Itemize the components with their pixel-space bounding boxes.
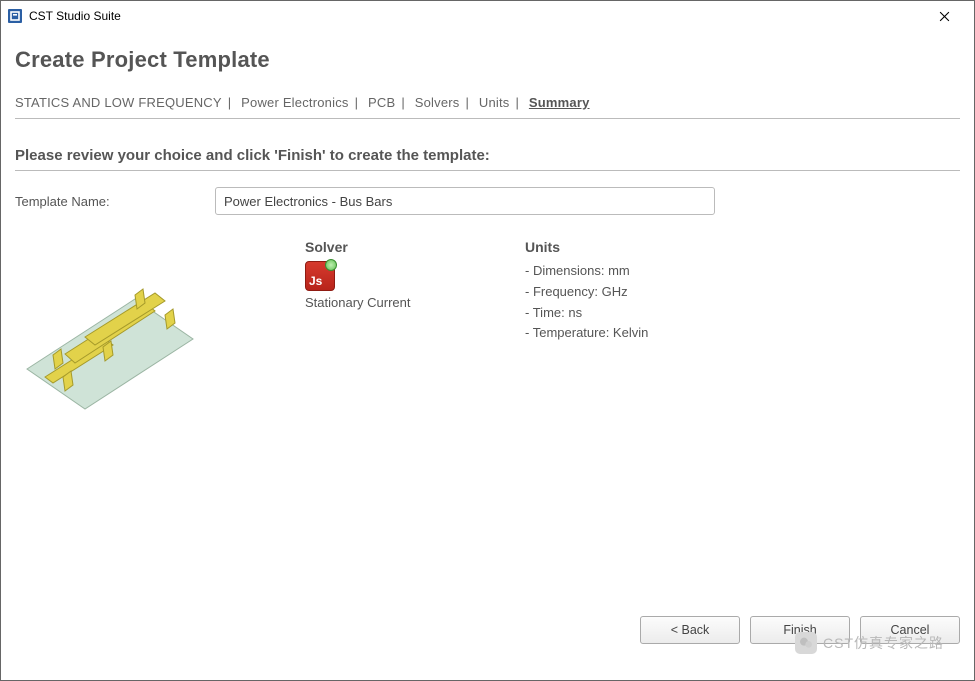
app-icon — [7, 8, 23, 24]
solver-title: Solver — [305, 239, 455, 255]
breadcrumb: STATICS AND LOW FREQUENCY| Power Electro… — [15, 95, 960, 119]
titlebar: CST Studio Suite — [1, 1, 974, 31]
units-row: Temperature: Kelvin — [525, 323, 648, 344]
back-button[interactable]: < Back — [640, 616, 740, 644]
cancel-button[interactable]: Cancel — [860, 616, 960, 644]
template-name-label: Template Name: — [15, 194, 215, 209]
window-close-button[interactable] — [922, 1, 966, 31]
units-column: Units Dimensions: mm Frequency: GHz Time… — [525, 239, 648, 419]
page-title: Create Project Template — [15, 47, 960, 73]
solver-column: Solver Js Stationary Current — [305, 239, 455, 419]
breadcrumb-item[interactable]: PCB — [368, 95, 395, 110]
busbar-icon — [15, 259, 195, 419]
template-name-input[interactable] — [215, 187, 715, 215]
instruction-text: Please review your choice and click 'Fin… — [15, 147, 960, 171]
units-row: Dimensions: mm — [525, 261, 648, 282]
solver-icon: Js — [305, 261, 335, 291]
finish-button[interactable]: Finish — [750, 616, 850, 644]
breadcrumb-item[interactable]: STATICS AND LOW FREQUENCY — [15, 95, 222, 110]
solver-name: Stationary Current — [305, 295, 455, 310]
units-row: Frequency: GHz — [525, 282, 648, 303]
units-title: Units — [525, 239, 648, 255]
window-title: CST Studio Suite — [29, 9, 121, 23]
breadcrumb-item[interactable]: Solvers — [415, 95, 460, 110]
units-row: Time: ns — [525, 303, 648, 324]
breadcrumb-item[interactable]: Units — [479, 95, 510, 110]
breadcrumb-item-active[interactable]: Summary — [529, 95, 590, 110]
template-preview — [15, 239, 265, 419]
breadcrumb-item[interactable]: Power Electronics — [241, 95, 348, 110]
